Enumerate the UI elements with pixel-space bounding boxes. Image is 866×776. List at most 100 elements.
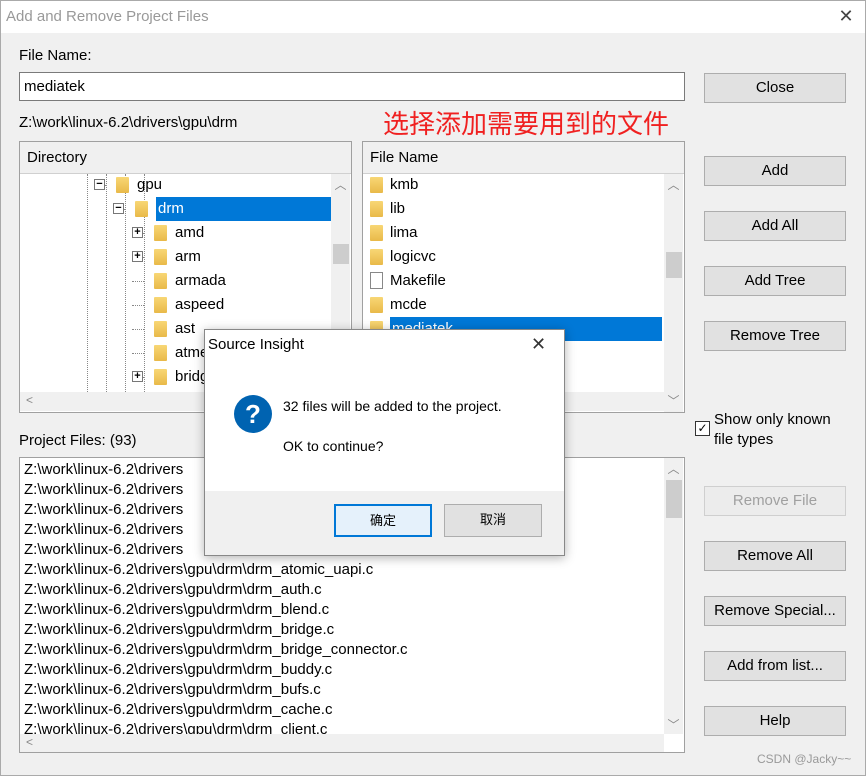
tree-connector: [132, 353, 144, 354]
folder-icon: [370, 249, 383, 265]
file-item[interactable]: logicvc: [363, 245, 664, 269]
tree-item[interactable]: aspeed: [20, 293, 331, 317]
project-file-row[interactable]: Z:\work\linux-6.2\drivers\gpu\drm\drm_br…: [24, 620, 334, 640]
dialog-title: Source Insight: [208, 336, 304, 353]
project-files-label: Project Files: (93): [19, 432, 137, 449]
folder-icon: [154, 225, 167, 241]
scroll-down-icon[interactable]: ﹀: [664, 392, 683, 409]
title-bar: Add and Remove Project Files ✕: [1, 1, 865, 33]
show-known-checkbox[interactable]: ✓: [695, 421, 710, 436]
scroll-up-icon[interactable]: ︿: [664, 460, 683, 477]
add-button[interactable]: Add: [704, 156, 846, 186]
file-item-label: Makefile: [390, 272, 446, 289]
remove-tree-button[interactable]: Remove Tree: [704, 321, 846, 351]
dialog-close-button[interactable]: ✕: [531, 334, 546, 355]
tree-item-label: drm: [156, 197, 331, 221]
folder-icon: [154, 345, 167, 361]
tree-item-label: ast: [175, 320, 196, 337]
tree-item-label: arm: [175, 248, 201, 265]
scroll-up-icon[interactable]: ︿: [664, 176, 683, 193]
file-item-label: lima: [390, 224, 418, 241]
tree-item[interactable]: − gpu: [20, 173, 331, 197]
file-item-label: mcde: [390, 296, 427, 313]
file-item-label: kmb: [390, 176, 419, 193]
scroll-thumb[interactable]: [666, 252, 682, 278]
expand-icon[interactable]: +: [132, 227, 143, 238]
file-item[interactable]: mcde: [363, 293, 664, 317]
project-vscroll[interactable]: ︿ ﹀: [664, 458, 683, 734]
tree-item[interactable]: armada: [20, 269, 331, 293]
add-all-button[interactable]: Add All: [704, 211, 846, 241]
project-file-row[interactable]: Z:\work\linux-6.2\drivers: [24, 500, 183, 520]
show-known-label-1: Show only known: [714, 411, 831, 428]
help-button[interactable]: Help: [704, 706, 846, 736]
project-file-row[interactable]: Z:\work\linux-6.2\drivers\gpu\drm\drm_bu…: [24, 680, 321, 700]
file-name-input[interactable]: mediatek: [19, 72, 685, 101]
folder-icon: [116, 177, 129, 193]
dialog-message: 32 files will be added to the project.: [283, 398, 502, 414]
remove-special-button[interactable]: Remove Special...: [704, 596, 846, 626]
project-file-row[interactable]: Z:\work\linux-6.2\drivers\gpu\drm\drm_at…: [24, 560, 373, 580]
tree-connector: [132, 329, 144, 330]
file-item-label: logicvc: [390, 248, 436, 265]
project-hscroll[interactable]: <: [20, 734, 664, 752]
expand-icon[interactable]: +: [132, 371, 143, 382]
project-file-row[interactable]: Z:\work\linux-6.2\drivers: [24, 540, 183, 560]
collapse-icon[interactable]: −: [113, 203, 124, 214]
project-file-row[interactable]: Z:\work\linux-6.2\drivers: [24, 520, 183, 540]
remove-file-button[interactable]: Remove File: [704, 486, 846, 516]
scroll-thumb[interactable]: [333, 244, 349, 264]
tree-item-label: aspeed: [175, 296, 225, 313]
scroll-thumb[interactable]: [666, 480, 682, 518]
scroll-left-icon[interactable]: <: [20, 735, 39, 749]
folder-icon: [135, 201, 148, 217]
folder-icon: [370, 201, 383, 217]
folder-icon: [370, 225, 383, 241]
question-icon: ?: [234, 395, 272, 433]
add-from-list-button[interactable]: Add from list...: [704, 651, 846, 681]
folder-icon: [154, 273, 167, 289]
project-file-row[interactable]: Z:\work\linux-6.2\drivers\gpu\drm\drm_ca…: [24, 700, 332, 720]
folder-icon: [154, 321, 167, 337]
tree-item[interactable]: + amd: [20, 221, 331, 245]
show-known-label-2: file types: [714, 431, 774, 448]
scroll-up-icon[interactable]: ︿: [331, 176, 350, 193]
window-close-button[interactable]: ✕: [835, 5, 857, 27]
close-button[interactable]: Close: [704, 73, 846, 103]
ok-button[interactable]: 确定: [334, 504, 432, 537]
file-item[interactable]: Makefile: [363, 269, 664, 293]
tree-connector: [132, 281, 144, 282]
tree-item[interactable]: − drm: [20, 197, 331, 221]
tree-item-label: amd: [175, 224, 205, 241]
tree-item[interactable]: + arm: [20, 245, 331, 269]
current-path: Z:\work\linux-6.2\drivers\gpu\drm: [19, 114, 238, 131]
project-file-row[interactable]: Z:\work\linux-6.2\drivers\gpu\drm\drm_bu…: [24, 660, 332, 680]
scroll-down-icon[interactable]: ﹀: [664, 716, 683, 733]
scroll-left-icon[interactable]: <: [20, 393, 39, 407]
dialog-question: OK to continue?: [283, 438, 384, 454]
project-file-row[interactable]: Z:\work\linux-6.2\drivers\gpu\drm\drm_au…: [24, 580, 322, 600]
file-name-label: File Name:: [19, 47, 92, 64]
remove-all-button[interactable]: Remove All: [704, 541, 846, 571]
file-item[interactable]: lima: [363, 221, 664, 245]
file-item[interactable]: kmb: [363, 173, 664, 197]
folder-icon: [154, 297, 167, 313]
folder-icon: [370, 177, 383, 193]
tree-item-label: gpu: [137, 176, 163, 193]
project-file-row[interactable]: Z:\work\linux-6.2\drivers: [24, 460, 183, 480]
add-tree-button[interactable]: Add Tree: [704, 266, 846, 296]
project-file-row[interactable]: Z:\work\linux-6.2\drivers: [24, 480, 183, 500]
project-file-row[interactable]: Z:\work\linux-6.2\drivers\gpu\drm\drm_bl…: [24, 600, 329, 620]
file-item[interactable]: lib: [363, 197, 664, 221]
file-icon: [370, 272, 383, 289]
tree-connector: [132, 305, 144, 306]
cancel-button[interactable]: 取消: [444, 504, 542, 537]
collapse-icon[interactable]: −: [94, 179, 105, 190]
folder-icon: [154, 249, 167, 265]
annotation-text: 选择添加需要用到的文件: [383, 110, 670, 140]
expand-icon[interactable]: +: [132, 251, 143, 262]
project-file-row[interactable]: Z:\work\linux-6.2\drivers\gpu\drm\drm_br…: [24, 640, 408, 660]
directory-header: Directory: [20, 142, 351, 174]
file-vscroll[interactable]: ︿ ﹀: [664, 174, 683, 412]
window-title: Add and Remove Project Files: [6, 8, 209, 25]
